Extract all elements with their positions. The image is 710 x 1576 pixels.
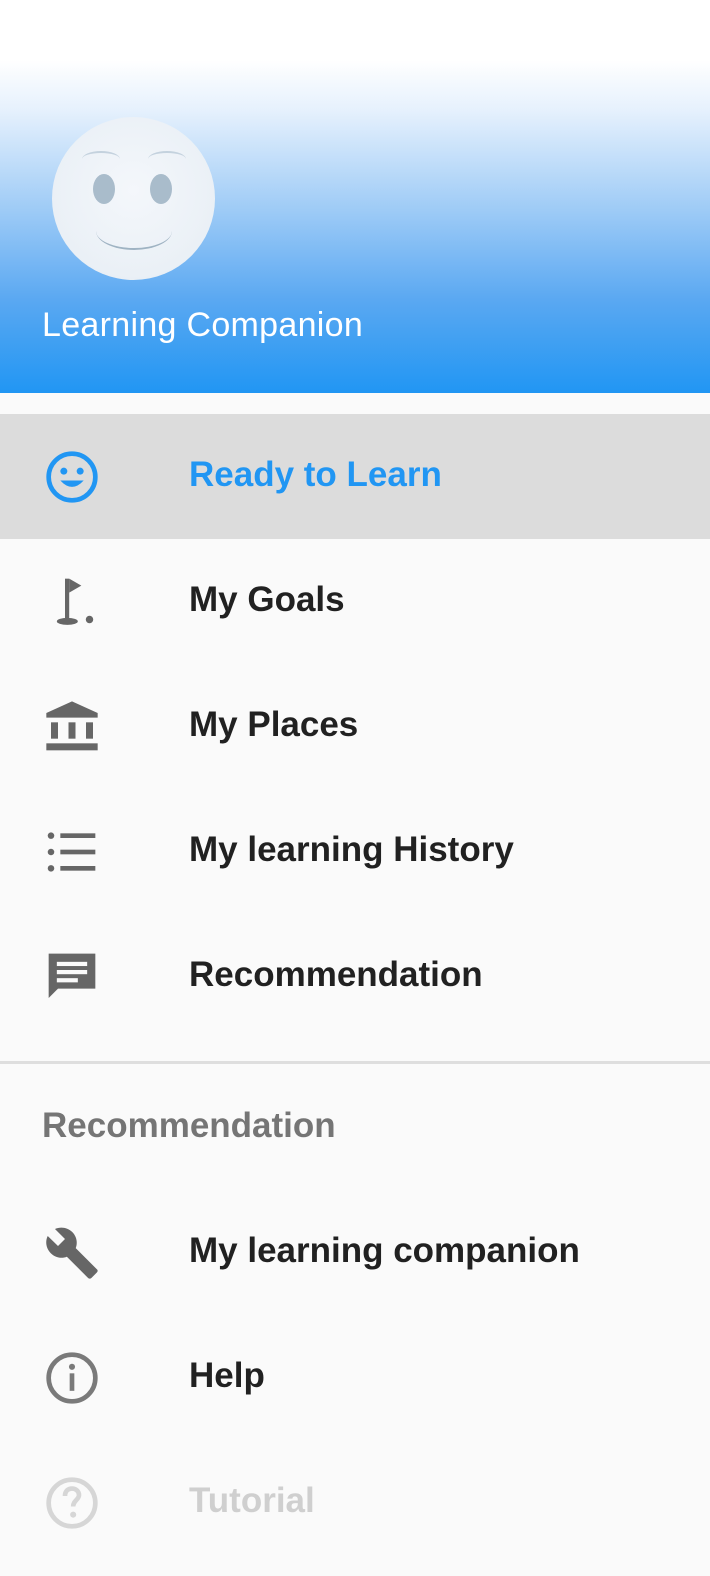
menu-item-my-learning-history[interactable]: My learning History xyxy=(0,789,710,914)
message-icon xyxy=(44,949,100,1005)
section-title: Recommendation xyxy=(42,1106,336,1145)
institution-icon xyxy=(44,699,100,755)
menu-item-label: Recommendation xyxy=(189,955,483,994)
menu-item-label: My learning History xyxy=(189,830,514,869)
golf-flag-icon xyxy=(44,574,100,630)
menu-item-label: My learning companion xyxy=(189,1231,580,1270)
menu-item-tutorial[interactable]: Tutorial xyxy=(0,1440,710,1565)
drawer-header: Learning Companion xyxy=(0,0,710,393)
avatar-brow-right xyxy=(148,151,186,167)
menu-item-label: Ready to Learn xyxy=(189,455,442,494)
menu-item-ready-to-learn[interactable]: Ready to Learn xyxy=(0,414,710,539)
menu-item-recommendation[interactable]: Recommendation xyxy=(0,914,710,1039)
menu-item-label: Help xyxy=(189,1356,265,1395)
menu-item-help[interactable]: Help xyxy=(0,1315,710,1440)
menu-item-label: My Places xyxy=(189,705,359,744)
help-circle-icon xyxy=(44,1475,100,1531)
avatar-brow-left xyxy=(82,151,120,167)
menu-item-my-places[interactable]: My Places xyxy=(0,664,710,789)
menu-item-label: My Goals xyxy=(189,580,345,619)
app-title: Learning Companion xyxy=(42,306,364,344)
menu-item-my-goals[interactable]: My Goals xyxy=(0,539,710,664)
avatar-mouth xyxy=(96,212,172,250)
avatar-eye-left xyxy=(93,174,115,204)
menu-divider xyxy=(0,1061,710,1064)
info-icon xyxy=(44,1350,100,1406)
smiley-icon xyxy=(44,449,100,505)
wrench-icon xyxy=(44,1225,100,1281)
avatar-eye-right xyxy=(150,174,172,204)
list-icon xyxy=(44,824,100,880)
avatar[interactable] xyxy=(52,117,215,280)
menu-item-my-learning-companion[interactable]: My learning companion xyxy=(0,1190,710,1315)
menu-item-label: Tutorial xyxy=(189,1481,315,1520)
